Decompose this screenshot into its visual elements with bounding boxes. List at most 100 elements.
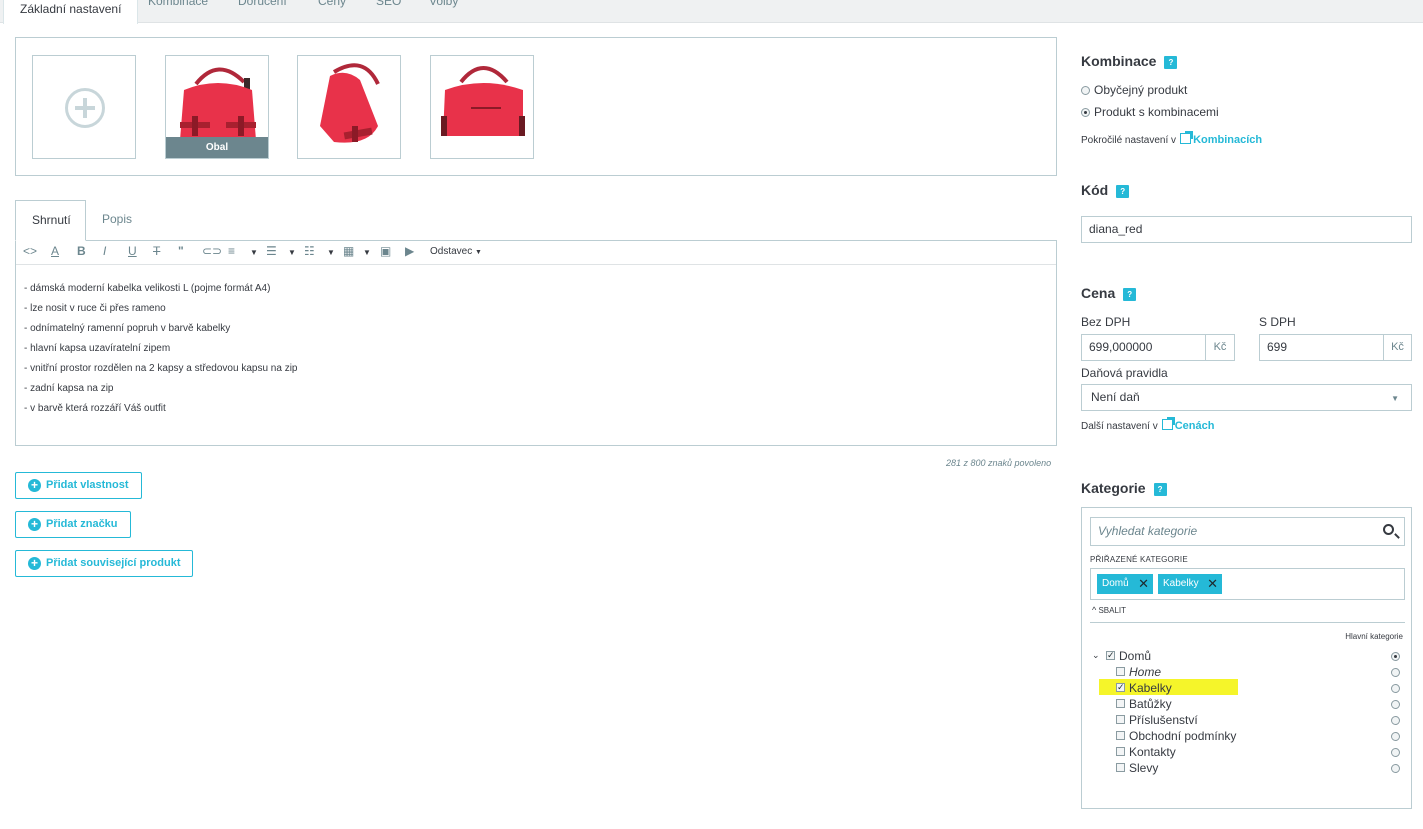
main-category-radio[interactable] xyxy=(1391,748,1400,757)
checkbox-icon[interactable] xyxy=(1116,699,1125,708)
category-search-input[interactable]: Vyhledat kategorie xyxy=(1090,517,1405,546)
summary-text[interactable]: - dámská moderní kabelka velikosti L (po… xyxy=(24,279,297,419)
combinations-link[interactable]: Kombinacích xyxy=(1193,134,1262,146)
help-icon[interactable]: ? xyxy=(1164,56,1178,69)
checkbox-checked-icon[interactable] xyxy=(1116,679,1125,695)
category-item-contacts[interactable]: Kontakty xyxy=(1116,744,1176,760)
category-tag-handbags: Kabelky ✕ xyxy=(1158,574,1222,594)
text-color-icon[interactable]: A xyxy=(51,244,59,258)
add-image-button[interactable] xyxy=(32,55,136,159)
tab-basic-settings[interactable]: Základní nastavení xyxy=(3,0,139,24)
reference-code-input[interactable]: diana_red xyxy=(1081,216,1412,243)
tab-seo[interactable]: SEO xyxy=(376,0,401,23)
close-icon[interactable]: ✕ xyxy=(1207,574,1218,594)
main-category-radio[interactable] xyxy=(1391,684,1400,693)
bold-icon[interactable]: B xyxy=(77,244,86,258)
table-dropdown-icon[interactable]: ▼ xyxy=(363,248,371,257)
bullet-list-icon[interactable]: ☰ xyxy=(266,244,277,258)
summary-line: - odnímatelný ramenní popruh v barvě kab… xyxy=(24,323,231,334)
main-category-radio[interactable] xyxy=(1391,716,1400,725)
product-image-cover[interactable]: Obal xyxy=(165,55,269,159)
plus-circle-icon xyxy=(65,88,105,128)
category-item-backpacks[interactable]: Batůžky xyxy=(1116,696,1172,712)
main-category-radio[interactable] xyxy=(1391,764,1400,773)
product-image-3[interactable] xyxy=(430,55,534,159)
underline-icon[interactable]: U xyxy=(128,244,137,258)
chevron-up-icon: ^ xyxy=(1092,605,1097,615)
strikethrough-icon[interactable]: T xyxy=(153,244,160,258)
category-item-terms[interactable]: Obchodní podmínky xyxy=(1116,728,1236,744)
category-item-sales[interactable]: Slevy xyxy=(1116,760,1158,776)
price-without-vat-input[interactable]: 699,000000 xyxy=(1081,334,1206,361)
numbered-list-icon[interactable]: ☷ xyxy=(304,244,315,258)
radio-product-with-combinations[interactable]: Produkt s kombinacemi xyxy=(1081,105,1219,119)
category-tag-home: Domů ✕ xyxy=(1097,574,1153,594)
add-brand-button[interactable]: + Přidat značku xyxy=(15,511,131,538)
price-with-vat-input[interactable]: 699 xyxy=(1259,334,1384,361)
help-icon[interactable]: ? xyxy=(1123,288,1137,301)
category-item-handbags[interactable]: Kabelky xyxy=(1116,679,1172,696)
code-view-icon[interactable]: <> xyxy=(23,244,37,258)
add-related-product-button[interactable]: + Přidat související produkt xyxy=(15,550,194,577)
category-item-accessories[interactable]: Příslušenství xyxy=(1116,712,1198,728)
product-tabs: Základní nastavení Kombinace Doručení Ce… xyxy=(0,0,1423,24)
checkbox-icon[interactable] xyxy=(1116,731,1125,740)
external-link-icon xyxy=(1180,131,1194,144)
main-category-radio[interactable] xyxy=(1391,668,1400,677)
close-icon[interactable]: ✕ xyxy=(1138,574,1149,594)
summary-editor: <> A B I U T " ⊂⊃ ≡ ▼ ☰ ▼ ☷ ▼ ▦ ▼ ▣ ▶ Od… xyxy=(15,240,1057,446)
plus-circle-icon: + xyxy=(28,479,41,492)
cover-label: Obal xyxy=(166,137,268,158)
paragraph-format-dropdown[interactable]: Odstavec ▼ xyxy=(430,246,482,257)
radio-icon xyxy=(1081,86,1090,95)
collapse-tree-button[interactable]: ^ SBALIT xyxy=(1092,605,1126,615)
main-category-radio[interactable] xyxy=(1391,652,1400,661)
help-icon[interactable]: ? xyxy=(1153,483,1167,496)
red-bag-side-image xyxy=(320,63,380,143)
prices-link[interactable]: Cenách xyxy=(1175,420,1215,432)
editor-toolbar: <> A B I U T " ⊂⊃ ≡ ▼ ☰ ▼ ☷ ▼ ▦ ▼ ▣ ▶ Od… xyxy=(16,241,1056,265)
table-icon[interactable]: ▦ xyxy=(343,244,354,258)
chevron-down-icon[interactable]: ⌄ xyxy=(1092,650,1100,661)
tab-summary[interactable]: Shrnutí xyxy=(15,200,86,241)
checkbox-icon[interactable] xyxy=(1116,763,1125,772)
video-icon[interactable]: ▶ xyxy=(405,244,414,258)
radio-checked-icon xyxy=(1081,108,1090,117)
checkbox-icon[interactable] xyxy=(1116,747,1125,756)
add-feature-button[interactable]: + Přidat vlastnost xyxy=(15,472,142,499)
search-icon[interactable] xyxy=(1383,524,1394,535)
tab-description[interactable]: Popis xyxy=(86,200,148,241)
tab-shipping[interactable]: Doručení xyxy=(238,0,287,23)
quote-icon[interactable]: " xyxy=(178,244,184,258)
plus-circle-icon: + xyxy=(28,557,41,570)
category-item-home-root[interactable]: Domů xyxy=(1106,647,1151,664)
image-icon[interactable]: ▣ xyxy=(380,244,391,258)
align-icon[interactable]: ≡ xyxy=(228,244,235,258)
assigned-categories-label: PŘIŘAZENÉ KATEGORIE xyxy=(1090,555,1188,564)
summary-line: - vnitřní prostor rozdělen na 2 kapsy a … xyxy=(24,363,298,374)
radio-simple-product[interactable]: Obyčejný produkt xyxy=(1081,83,1187,97)
product-images-panel: Obal xyxy=(15,37,1057,176)
align-dropdown-icon[interactable]: ▼ xyxy=(250,248,258,257)
category-item-home[interactable]: Home xyxy=(1116,664,1161,680)
advanced-settings-note: Pokročilé nastavení v Kombinacích xyxy=(1081,131,1263,146)
tab-combinations[interactable]: Kombinace xyxy=(148,0,208,23)
assigned-categories-tags: Domů ✕ Kabelky ✕ xyxy=(1090,568,1405,600)
bullet-list-dropdown-icon[interactable]: ▼ xyxy=(288,248,296,257)
product-image-2[interactable] xyxy=(297,55,401,159)
tab-options[interactable]: Volby xyxy=(429,0,458,23)
link-icon[interactable]: ⊂⊃ xyxy=(202,244,222,258)
italic-icon[interactable]: I xyxy=(103,244,106,258)
checkbox-icon[interactable] xyxy=(1116,667,1125,676)
help-icon[interactable]: ? xyxy=(1116,185,1130,198)
chevron-down-icon: ▼ xyxy=(1391,394,1399,403)
main-category-label: Hlavní kategorie xyxy=(1345,632,1403,641)
checkbox-icon[interactable] xyxy=(1116,715,1125,724)
tax-rule-select[interactable]: Není daň ▼ xyxy=(1081,384,1412,411)
currency-addon: Kč xyxy=(1383,334,1412,361)
checkbox-checked-icon[interactable] xyxy=(1106,647,1115,663)
tab-prices[interactable]: Ceny xyxy=(318,0,346,23)
main-category-radio[interactable] xyxy=(1391,732,1400,741)
main-category-radio[interactable] xyxy=(1391,700,1400,709)
numbered-list-dropdown-icon[interactable]: ▼ xyxy=(327,248,335,257)
